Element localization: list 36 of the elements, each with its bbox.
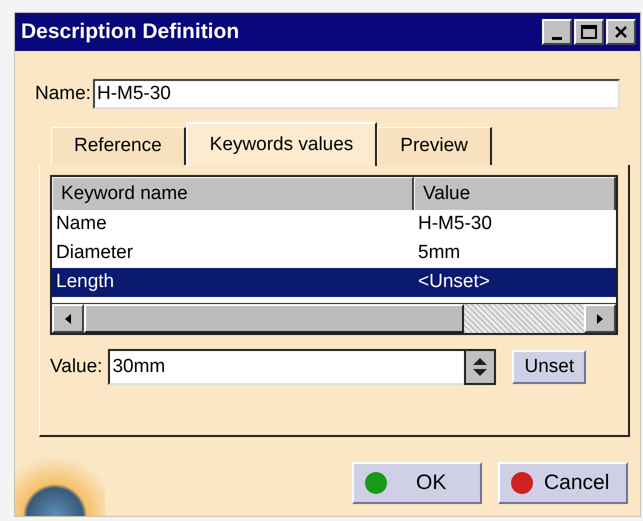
maximize-button[interactable]: [574, 19, 604, 45]
table-row[interactable]: Length <Unset>: [52, 268, 616, 297]
status-ball-icon: [510, 471, 534, 495]
scroll-right-button[interactable]: [584, 304, 616, 333]
right-arrow-icon: [597, 314, 603, 324]
spin-button[interactable]: [464, 349, 496, 385]
tab[interactable]: Preview: [377, 127, 492, 165]
name-label: Name:: [35, 82, 91, 106]
column-header[interactable]: Value: [414, 177, 616, 210]
ok-button[interactable]: OK: [352, 462, 482, 504]
table-cell-text: 5mm: [417, 241, 462, 266]
status-ball-icon: [364, 471, 388, 495]
tab[interactable]: Keywords values: [186, 122, 378, 166]
close-icon: [614, 26, 628, 38]
name-field[interactable]: H-M5-30: [92, 79, 620, 109]
column-header[interactable]: Keyword name: [52, 177, 414, 210]
close-button[interactable]: [606, 19, 636, 45]
left-arrow-icon: [65, 314, 71, 324]
scroll-thumb[interactable]: [84, 304, 464, 333]
table-cell-text: H-M5-30: [417, 212, 493, 236]
value-label: Value:: [50, 354, 102, 379]
tab[interactable]: Reference: [51, 127, 186, 165]
table-cell-text: Length: [55, 270, 116, 294]
cancel-button[interactable]: Cancel: [498, 462, 628, 504]
minimize-button[interactable]: [542, 19, 572, 45]
table-cell-text: Diameter: [55, 241, 134, 266]
table-cell-text: <Unset>: [417, 270, 491, 294]
minimize-icon: [552, 37, 562, 40]
maximize-icon: [581, 25, 597, 39]
scroll-left-button[interactable]: [52, 304, 84, 333]
up-down-arrows-icon: [472, 356, 488, 378]
horizontal-scrollbar[interactable]: [52, 303, 616, 333]
unset-button[interactable]: Unset: [512, 350, 586, 384]
value-field[interactable]: 30mm: [108, 349, 464, 385]
table-cell-text: Name: [55, 212, 108, 236]
window-title: Description Definition: [21, 19, 240, 46]
